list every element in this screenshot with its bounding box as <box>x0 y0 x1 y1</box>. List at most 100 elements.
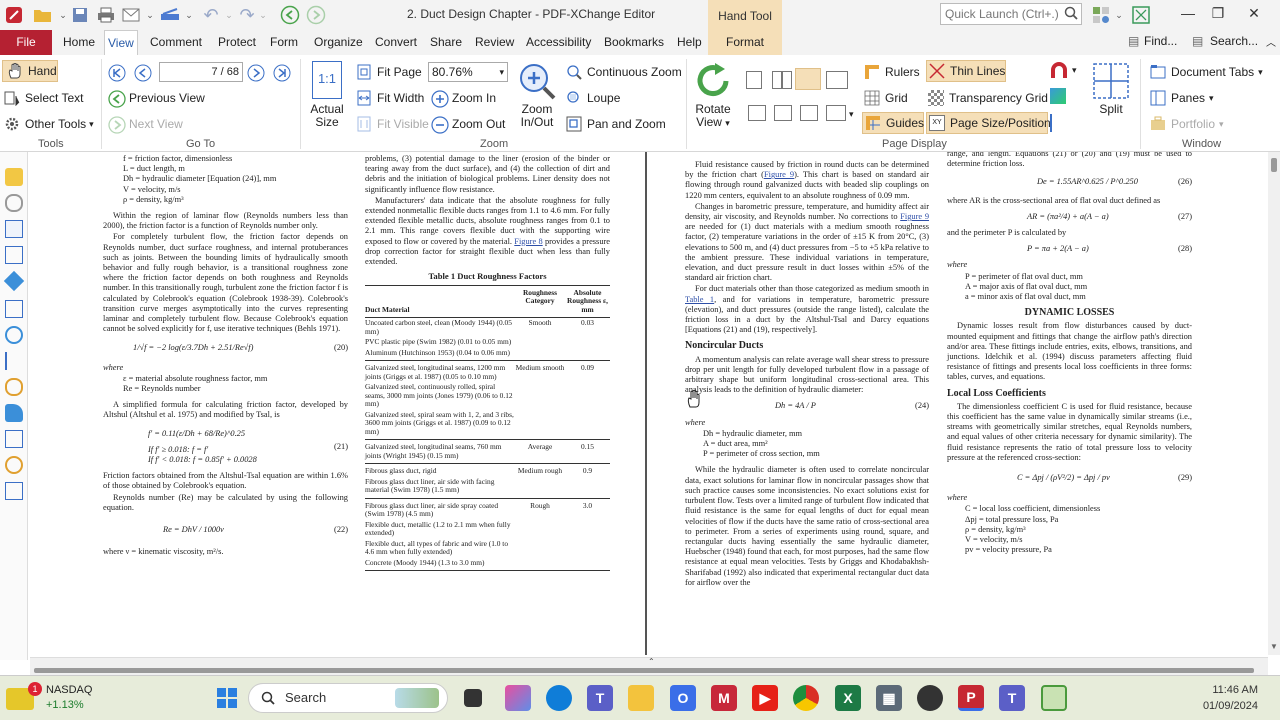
settings-icon[interactable] <box>1090 4 1112 26</box>
prev-page-button[interactable] <box>134 61 155 83</box>
tab-format[interactable]: Format <box>708 30 782 55</box>
fit-visible-button[interactable]: Fit Visible <box>356 113 429 135</box>
guides-button[interactable]: Guides <box>862 112 924 134</box>
next-view-button[interactable]: Next View <box>108 113 183 135</box>
alignment-icon[interactable] <box>1050 114 1068 132</box>
chevron-down-icon[interactable]: ▾ <box>849 109 854 120</box>
back-circle-icon[interactable] <box>279 4 301 26</box>
youtube-icon[interactable]: ▶ <box>752 685 778 711</box>
figure-9-link[interactable]: Figure 9 <box>764 170 794 179</box>
excel-icon[interactable]: X <box>835 685 861 711</box>
find-button[interactable]: ▤ Find... <box>1128 34 1177 48</box>
hand-tool-button[interactable]: Hand <box>2 60 58 82</box>
tab-file[interactable]: File <box>0 30 52 55</box>
windows-start-icon[interactable] <box>214 685 240 711</box>
last-page-button[interactable] <box>273 61 294 83</box>
mcafee-icon[interactable]: M <box>711 685 737 711</box>
calculator-icon[interactable]: ▦ <box>876 685 902 711</box>
tab-organize[interactable]: Organize <box>311 30 366 55</box>
chevron-down-icon[interactable]: ⌄ <box>145 4 155 26</box>
page-layout-single-icon[interactable] <box>746 71 762 89</box>
loupe-button[interactable]: Loupe <box>566 87 620 109</box>
outlook-icon[interactable]: O <box>670 685 696 711</box>
pdf-xchange-taskbar-icon[interactable]: P <box>958 685 984 711</box>
redo-icon[interactable]: ↷ <box>236 4 258 26</box>
horizontal-scroll-thumb[interactable] <box>34 668 1254 673</box>
page-layout-facing-icon[interactable] <box>772 71 792 89</box>
teams-icon[interactable]: T <box>587 685 613 711</box>
print-icon[interactable] <box>95 4 117 26</box>
pages-icon[interactable] <box>5 220 23 238</box>
content-icon[interactable] <box>5 300 23 318</box>
portfolio-button[interactable]: Portfolio ▾ <box>1150 113 1224 135</box>
zoom-out-button[interactable]: Zoom Out <box>431 113 505 135</box>
zoom-level-select[interactable]: 80.76% ▾ <box>428 62 508 82</box>
edge-icon[interactable] <box>546 685 572 711</box>
page-layout-scroll-icon[interactable] <box>826 105 846 121</box>
tab-comment[interactable]: Comment <box>147 30 205 55</box>
forward-circle-icon[interactable] <box>305 4 327 26</box>
continuous-zoom-button[interactable]: Continuous Zoom <box>566 61 682 83</box>
first-page-button[interactable] <box>108 61 129 83</box>
figure-9-link[interactable]: Figure 9 <box>900 212 929 221</box>
chevron-down-icon[interactable]: ⌄ <box>258 4 268 26</box>
vertical-scroll-thumb[interactable] <box>1271 158 1277 172</box>
tab-form[interactable]: Form <box>267 30 301 55</box>
copilot-icon[interactable] <box>505 685 531 711</box>
zoom-in-button[interactable]: Zoom In <box>431 87 496 109</box>
fields-icon[interactable] <box>5 430 23 448</box>
figure-8-link[interactable]: Figure 8 <box>514 237 542 246</box>
collapse-toggle-icon[interactable]: ⌃ <box>648 657 655 666</box>
taskbar-search[interactable]: Search <box>248 683 448 713</box>
search-button[interactable]: ▤ Search... <box>1192 34 1258 48</box>
comment-icon[interactable] <box>5 168 23 186</box>
pan-and-zoom-button[interactable]: Pan and Zoom <box>566 113 666 135</box>
clock-time[interactable]: 11:46 AM <box>1180 684 1258 696</box>
tab-share[interactable]: Share <box>427 30 465 55</box>
media-app-icon[interactable] <box>917 685 943 711</box>
chevron-down-icon[interactable]: ▾ <box>1072 65 1077 76</box>
rotate-view-button[interactable]: Rotate View ▾ <box>690 61 736 130</box>
document-tabs-button[interactable]: Document Tabs ▾ <box>1150 61 1263 83</box>
other-tools-button[interactable]: Other Tools ▾ <box>4 113 94 135</box>
search-pane-icon[interactable] <box>5 326 23 344</box>
attachment-icon[interactable] <box>5 194 23 212</box>
document-view[interactable]: f = friction factor, dimensionless L = d… <box>30 152 1268 655</box>
layers-icon[interactable] <box>3 270 25 292</box>
transparency-grid-button[interactable]: Transparency Grid <box>928 87 1048 109</box>
maximize-button[interactable]: ❐ <box>1206 5 1230 22</box>
fit-page-button[interactable]: Fit Page <box>356 61 422 83</box>
page-layout-grid-icon[interactable] <box>774 105 792 121</box>
stock-widget[interactable]: 1 NASDAQ +1.13% <box>6 682 116 716</box>
teams-alt-icon[interactable]: T <box>999 685 1025 711</box>
structure-icon[interactable] <box>5 352 23 370</box>
tab-convert[interactable]: Convert <box>372 30 420 55</box>
chevron-down-icon[interactable]: ⌄ <box>184 4 194 26</box>
chevron-up-icon[interactable]: ︿ <box>1266 34 1276 49</box>
horizontal-scrollbar[interactable]: ⌃ <box>30 657 1268 675</box>
thin-lines-button[interactable]: Thin Lines <box>926 60 1006 82</box>
panes-button[interactable]: Panes ▾ <box>1150 87 1214 109</box>
save-icon[interactable] <box>70 4 90 26</box>
task-view-icon[interactable] <box>464 689 482 707</box>
email-icon[interactable] <box>120 4 142 26</box>
chevron-down-icon[interactable]: ⌄ <box>58 4 68 26</box>
tab-bookmarks[interactable]: Bookmarks <box>601 30 667 55</box>
table-1-link[interactable]: Table 1 <box>685 295 714 304</box>
chrome-icon[interactable] <box>793 685 819 711</box>
quick-launch-input[interactable]: Quick Launch (Ctrl+.) <box>940 3 1082 25</box>
links-icon[interactable] <box>5 378 23 396</box>
page-layout-cover-icon[interactable] <box>826 71 848 89</box>
bookmarks-icon[interactable] <box>5 246 23 264</box>
fullscreen-icon[interactable] <box>1130 4 1152 26</box>
page-layout-split-icon[interactable] <box>748 105 766 121</box>
split-button[interactable]: Split <box>1088 61 1134 116</box>
properties-icon[interactable] <box>5 482 23 500</box>
undo-icon[interactable]: ↶ <box>200 4 222 26</box>
page-size-position-button[interactable]: XY Page Size/Position <box>926 112 1051 134</box>
chevron-down-icon[interactable]: ⌄ <box>1114 4 1124 26</box>
scroll-down-icon[interactable]: ▼ <box>1270 642 1278 651</box>
clock-date[interactable]: 01/09/2024 <box>1180 700 1258 712</box>
settings-app-icon[interactable] <box>1041 685 1067 711</box>
page-layout-continuous-facing-icon[interactable] <box>795 68 821 90</box>
